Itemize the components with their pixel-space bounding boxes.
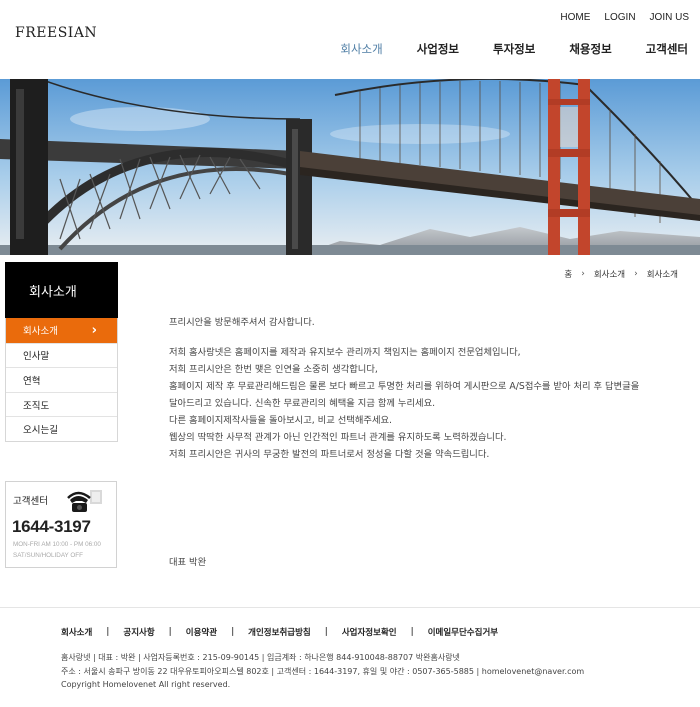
intro-line: 저희 프리시안은 귀사의 무궁한 발전의 파트너로서 정성을 다할 것을 약속드… [169, 449, 490, 460]
footer-separator: | [231, 627, 235, 637]
chevron-right-icon: › [634, 269, 638, 279]
customer-center-box: 고객센터 1644-3197 MON-FRI AM 10:00 - PM 06:… [5, 481, 117, 568]
breadcrumb: 홈 › 회사소개 › 회사소개 [564, 268, 678, 280]
bridge-image [0, 79, 700, 255]
footer-info-line: 홈사랑넷 | 대표 : 박완 | 사업자등록번호 : 215-09-90145 … [61, 653, 460, 662]
customer-center-phone: 1644-3197 [12, 517, 91, 536]
footer-info-line: 주소 : 서울시 송파구 방이동 22 대우유토피아오피스텔 802호 | 고객… [61, 666, 585, 676]
nav-item-investment[interactable]: 투자정보 [493, 41, 535, 57]
footer-link-email-policy[interactable]: 이메일무단수집거부 [428, 626, 498, 638]
sidebar-item-label: 조직도 [23, 400, 50, 412]
chevron-right-icon: › [581, 269, 585, 279]
sidebar-item-directions[interactable]: 오시는길 [6, 416, 117, 441]
sidebar-item-organization[interactable]: 조직도 [6, 391, 117, 417]
sidebar-item-greeting[interactable]: 인사말 [6, 342, 117, 368]
footer-separator: | [324, 627, 328, 637]
intro-line: 웹상의 딱딱한 사무적 관계가 아닌 인간적인 파트너 관계를 유지하도록 노력… [169, 432, 507, 443]
site-logo[interactable]: FREESIAN [15, 25, 97, 41]
intro-body: 저희 홈사랑넷은 홈페이지를 제작과 유지보수 관리까지 책임지는 홈페이지 전… [169, 344, 684, 463]
footer-nav: 회사소개 | 공지사항 | 이용약관 | 개인정보취급방침 | 사업자정보확인 … [61, 626, 498, 638]
nav-item-recruit[interactable]: 채용정보 [569, 41, 611, 57]
footer-link-notice[interactable]: 공지사항 [123, 626, 154, 638]
greeting-text: 프리시안을 방문해주셔서 감사합니다. [169, 317, 315, 328]
sidebar-item-label: 회사소개 [23, 326, 58, 338]
nav-item-company[interactable]: 회사소개 [340, 41, 382, 57]
intro-line: 홈페이지 제작 후 무료관리해드림은 물론 보다 빠르고 투명한 처리를 위하여… [169, 381, 640, 392]
sidebar-item-history[interactable]: 연혁 [6, 367, 117, 392]
nav-item-business[interactable]: 사업정보 [417, 41, 459, 57]
footer-link-business-info[interactable]: 사업자정보확인 [342, 626, 397, 638]
sidebar-item-label: 인사말 [23, 351, 50, 363]
copyright: Copyright Homelovenet All right reserved… [61, 680, 231, 689]
breadcrumb-home[interactable]: 홈 [564, 268, 572, 280]
home-link[interactable]: HOME [560, 12, 590, 23]
nav-item-support[interactable]: 고객센터 [646, 41, 688, 57]
ceo-signature: 대표 박완 [169, 557, 207, 568]
footer-separator: | [168, 627, 172, 637]
footer-separator: | [106, 627, 110, 637]
intro-line: 다른 홈페이지제작사들을 돌아보시고, 비교 선택해주세요. [169, 415, 393, 426]
chevron-right-icon: › [91, 322, 97, 338]
footer-link-privacy[interactable]: 개인정보취급방침 [248, 626, 311, 638]
company-intro-text: 프리시안을 방문해주셔서 감사합니다. 저희 홈사랑넷은 홈페이지를 제작과 유… [169, 316, 684, 463]
sidebar-item-label: 연혁 [23, 375, 41, 387]
telephone-icon [67, 490, 102, 512]
intro-line: 저희 홈사랑넷은 홈페이지를 제작과 유지보수 관리까지 책임지는 홈페이지 전… [169, 347, 521, 358]
footer-info: 홈사랑넷 | 대표 : 박완 | 사업자등록번호 : 215-09-90145 … [61, 651, 584, 692]
sidebar-item-label: 오시는길 [23, 425, 58, 437]
hero-banner [0, 79, 700, 255]
footer-link-company[interactable]: 회사소개 [61, 626, 92, 638]
main-nav: 회사소개 사업정보 투자정보 채용정보 고객센터 [340, 41, 688, 57]
sidebar-menu: 회사소개 › 인사말 연혁 조직도 오시는길 [5, 318, 118, 442]
breadcrumb-section[interactable]: 회사소개 [594, 268, 625, 280]
footer-divider [0, 607, 700, 608]
breadcrumb-current: 회사소개 [646, 270, 678, 280]
footer-link-terms[interactable]: 이용약관 [186, 626, 217, 638]
sidebar-item-company[interactable]: 회사소개 › [6, 318, 117, 343]
footer-separator: | [410, 627, 414, 637]
customer-center-hours: MON-FRI AM 10:00 - PM 06:00 SAT/SUN/HOLI… [13, 541, 101, 559]
customer-center-title: 고객센터 [13, 496, 48, 507]
utility-nav: HOME LOGIN JOIN US [560, 12, 689, 23]
intro-line: 달아드리고 있습니다. 신속한 무료관리의 혜택을 지금 함께 누리세요. [169, 398, 436, 409]
intro-line: 저희 프리시안은 한번 맺은 인연을 소중히 생각합니다, [169, 364, 378, 375]
sidebar-title: 회사소개 [5, 262, 118, 318]
join-link[interactable]: JOIN US [650, 12, 689, 23]
login-link[interactable]: LOGIN [604, 12, 635, 23]
